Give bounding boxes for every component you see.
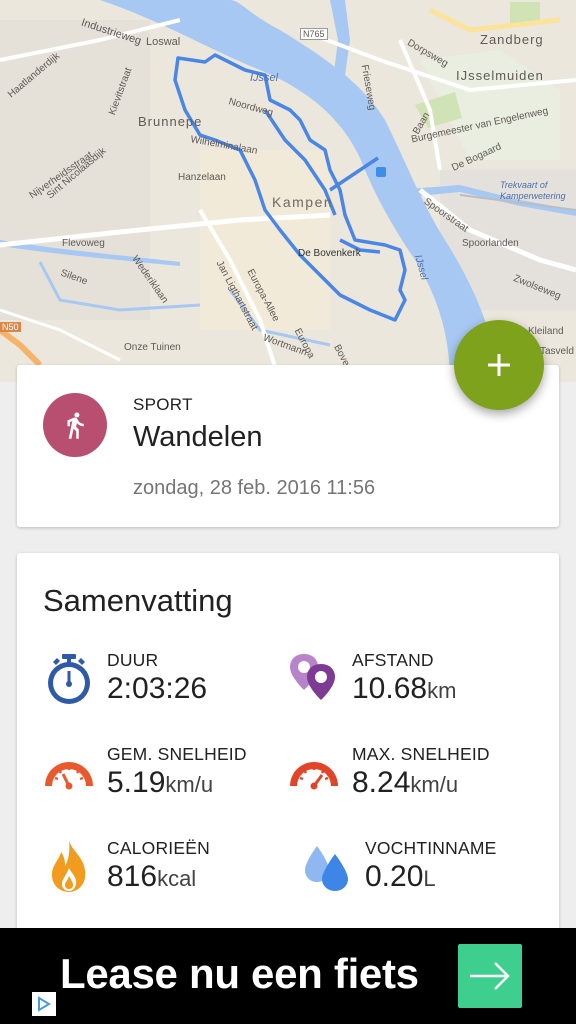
workout-date: zondag, 28 feb. 2016 11:56: [133, 477, 376, 499]
stat-label: VOCHTINNAME: [365, 838, 497, 858]
stat-number: 0.20: [365, 860, 424, 893]
stat-value: 5.19km/u: [107, 766, 213, 800]
stat-value: 8.24km/u: [352, 766, 458, 800]
stat-duration: DUUR 2:03:26: [43, 650, 283, 720]
adchoices-icon: [38, 996, 51, 1012]
sport-caption: SPORT: [133, 395, 193, 414]
stat-unit: km/u: [165, 772, 214, 797]
stat-max-speed: MAX. SNELHEID 8.24km/u: [288, 744, 528, 814]
stat-value: 2:03:26: [107, 672, 207, 706]
plus-icon: [488, 354, 510, 376]
flame-icon: [51, 840, 86, 892]
sport-name: Wandelen: [133, 421, 263, 453]
map-label: Zandberg: [480, 32, 544, 47]
map-label: IJsselmuiden: [456, 68, 544, 83]
stat-label: CALORIEËN: [107, 838, 210, 858]
stat-unit: km/u: [410, 772, 459, 797]
stat-value: 10.68km: [352, 672, 456, 706]
water-drops-icon: [305, 846, 348, 891]
map-label: Brunnepe: [138, 114, 203, 129]
ad-banner[interactable]: Lease nu een fiets: [0, 928, 576, 1024]
stat-number: 2:03:26: [107, 672, 208, 705]
stat-unit: kcal: [157, 866, 197, 891]
summary-title: Samenvatting: [43, 583, 233, 618]
stat-label: AFSTAND: [352, 650, 434, 670]
stat-avg-speed: GEM. SNELHEID 5.19km/u: [43, 744, 283, 814]
walking-icon: [67, 412, 84, 439]
arrow-right-icon: [470, 962, 510, 990]
stat-number: 816: [107, 860, 158, 893]
stopwatch-icon: [48, 654, 90, 704]
map-label: Onze Tuinen: [124, 342, 181, 353]
speedometer-icon: [45, 762, 93, 790]
stat-unit: km: [427, 678, 457, 703]
map-label: Trekvaart of Kamperwetering: [500, 180, 566, 201]
map-label: Spoorlanden: [462, 238, 519, 249]
stat-label: MAX. SNELHEID: [352, 744, 490, 764]
add-button[interactable]: [454, 320, 544, 410]
summary-card: Samenvatting DUUR 2:03:26 AFSTAND 10.68k…: [17, 553, 559, 933]
map-label: Loswal: [146, 36, 181, 48]
stat-label: GEM. SNELHEID: [107, 744, 247, 764]
stat-calories: CALORIEËN 816kcal: [43, 838, 283, 908]
sport-avatar: [43, 393, 107, 457]
map-label: N765: [300, 28, 328, 40]
stat-number: 5.19: [107, 766, 166, 799]
map-label: N50: [0, 322, 21, 332]
stat-distance: AFSTAND 10.68km: [288, 650, 528, 720]
map-label: IJssel: [250, 72, 279, 84]
stat-water: VOCHTINNAME 0.20L: [301, 838, 541, 908]
map-label: De Bovenkerk: [298, 248, 361, 259]
map-label: Flevoweg: [62, 238, 105, 249]
stat-unit: L: [423, 866, 436, 891]
map-label: Tasveld: [540, 346, 574, 357]
stat-label: DUUR: [107, 650, 159, 670]
map-label: Hanzelaan: [178, 172, 226, 183]
adchoices-button[interactable]: [32, 992, 56, 1016]
stat-value: 0.20L: [365, 860, 436, 894]
stat-value: 816kcal: [107, 860, 196, 894]
map-label: Kampen: [272, 194, 334, 210]
ad-cta-button[interactable]: [458, 944, 522, 1008]
ad-headline[interactable]: Lease nu een fiets: [60, 950, 419, 998]
map-pins-icon: [290, 654, 335, 700]
stat-number: 10.68: [352, 672, 428, 705]
speedometer-max-icon: [290, 762, 338, 790]
stat-number: 8.24: [352, 766, 411, 799]
